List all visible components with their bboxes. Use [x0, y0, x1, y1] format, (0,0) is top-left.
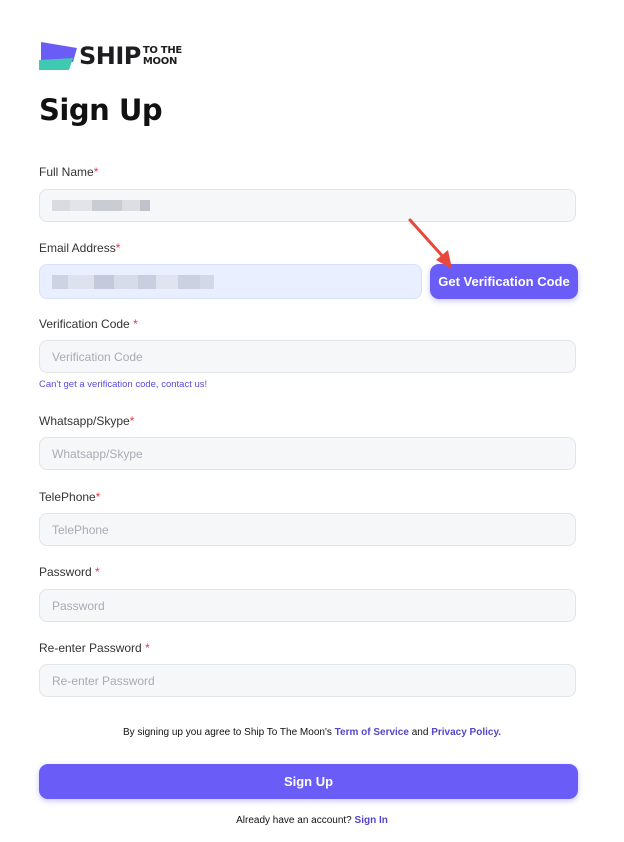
required-mark: *	[129, 414, 135, 428]
redacted-value	[52, 200, 150, 211]
logo-subtext: TO THE MOON	[143, 45, 182, 67]
annotation-arrow-icon	[408, 218, 452, 269]
sign-up-button[interactable]: Sign Up	[39, 764, 578, 799]
page-title: Sign Up	[39, 93, 163, 127]
reenter-password-label: Re-enter Password *	[39, 641, 150, 655]
telephone-input[interactable]: TelePhone	[39, 513, 576, 546]
reenter-password-input[interactable]: Re-enter Password	[39, 664, 576, 697]
required-mark: *	[95, 565, 100, 579]
terms-and: and	[408, 727, 432, 738]
password-label: Password *	[39, 565, 100, 579]
whatsapp-label-text: Whatsapp/Skype	[39, 414, 130, 428]
telephone-placeholder: TelePhone	[52, 522, 109, 537]
full-name-input[interactable]	[39, 189, 576, 222]
privacy-policy-link[interactable]: Privacy Policy.	[431, 727, 501, 738]
logo-text: SHIP	[79, 42, 141, 70]
contact-us-link[interactable]: Can't get a verification code, contact u…	[39, 379, 207, 390]
whatsapp-label: Whatsapp/Skype*	[39, 414, 134, 428]
verification-code-label: Verification Code *	[39, 317, 138, 331]
terms-of-service-link[interactable]: Term of Service	[335, 727, 409, 738]
required-mark: *	[115, 241, 121, 255]
password-label-text: Password	[39, 565, 92, 579]
whatsapp-skype-input[interactable]: Whatsapp/Skype	[39, 437, 576, 470]
password-input[interactable]: Password	[39, 589, 576, 622]
telephone-label-text: TelePhone	[39, 490, 96, 504]
reenter-password-label-text: Re-enter Password	[39, 641, 142, 655]
verification-code-label-text: Verification Code	[39, 317, 130, 331]
whatsapp-placeholder: Whatsapp/Skype	[52, 446, 143, 461]
verification-code-placeholder: Verification Code	[52, 349, 143, 364]
verification-code-input[interactable]: Verification Code	[39, 340, 576, 373]
required-mark: *	[133, 317, 138, 331]
required-mark: *	[145, 641, 150, 655]
logo-subtext-top: TO THE	[142, 45, 182, 56]
logo-subtext-bottom: MOON	[142, 56, 178, 67]
redacted-value	[52, 274, 214, 289]
email-input[interactable]	[39, 264, 422, 299]
reenter-password-placeholder: Re-enter Password	[52, 673, 155, 688]
email-label: Email Address*	[39, 241, 120, 255]
password-placeholder: Password	[52, 598, 105, 613]
sign-in-prefix: Already have an account?	[236, 815, 355, 826]
email-label-text: Email Address	[39, 241, 116, 255]
required-mark: *	[95, 490, 101, 504]
full-name-label-text: Full Name	[39, 165, 94, 179]
logo-mark-icon	[39, 42, 77, 70]
sign-in-link[interactable]: Sign In	[355, 815, 388, 826]
terms-notice: By signing up you agree to Ship To The M…	[0, 727, 624, 738]
full-name-label: Full Name*	[39, 165, 98, 179]
telephone-label: TelePhone*	[39, 490, 100, 504]
sign-in-prompt: Already have an account? Sign In	[0, 815, 624, 826]
terms-prefix: By signing up you agree to Ship To The M…	[122, 727, 335, 738]
required-mark: *	[93, 165, 99, 179]
brand-logo[interactable]: SHIP TO THE MOON	[39, 42, 182, 70]
